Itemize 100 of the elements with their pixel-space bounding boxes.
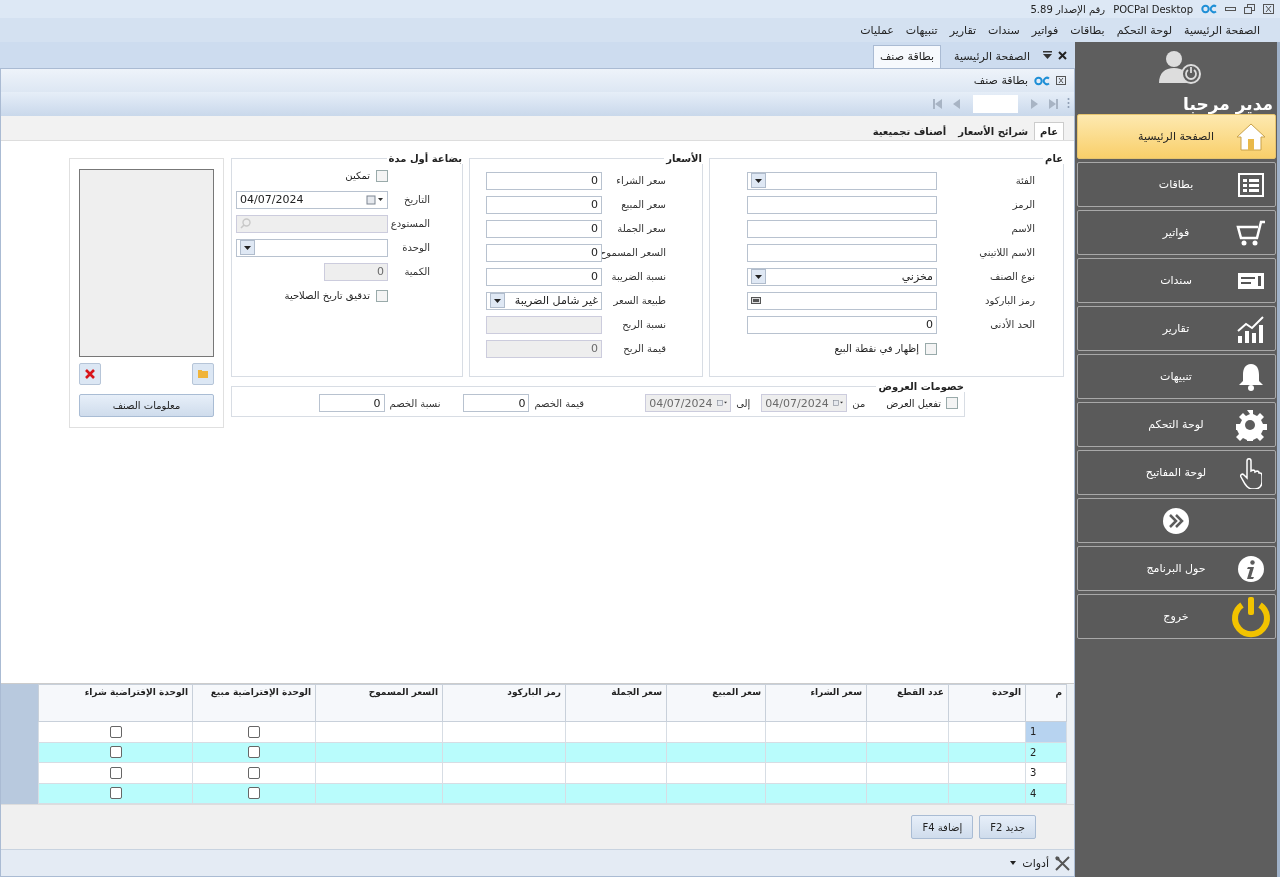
group-title: بضاعة أول مدة	[387, 153, 463, 164]
section-tab[interactable]: عام	[1034, 122, 1064, 140]
first-icon[interactable]	[932, 98, 944, 110]
menu-item[interactable]: سندات	[988, 23, 1020, 37]
tools-icon[interactable]	[1055, 855, 1070, 871]
text-field[interactable]: 0	[318, 394, 385, 412]
hand-pointer-icon	[1239, 456, 1262, 489]
column-header[interactable]: عدد القطع	[866, 684, 949, 722]
logo-icon	[1201, 4, 1217, 14]
text-field[interactable]	[747, 195, 937, 214]
sidebar-item[interactable]	[1076, 498, 1276, 543]
row-number[interactable]: 2	[1025, 742, 1067, 763]
checkbox[interactable]	[109, 766, 122, 779]
menu-item[interactable]: لوحة التحكم	[1116, 23, 1173, 37]
column-header[interactable]: الوحدة	[948, 684, 1026, 722]
menu-item[interactable]: عمليات	[860, 23, 894, 37]
tools-menu[interactable]: أدوات	[1022, 856, 1049, 870]
document-tab[interactable]: الصفحة الرئيسية	[947, 45, 1037, 68]
window-title: POCPal Desktop	[1113, 3, 1193, 15]
column-header[interactable]: الوحدة الإفتراضية مبيع	[192, 684, 316, 722]
ticket-icon	[1236, 271, 1265, 290]
document-tab[interactable]: بطاقة صنف	[872, 45, 942, 68]
column-header[interactable]: سعر الجملة	[565, 684, 667, 722]
text-field[interactable]: 0	[486, 243, 602, 262]
previous-icon[interactable]	[952, 98, 962, 110]
field-label: نوع الصنف	[989, 271, 1036, 282]
checkbox[interactable]	[376, 289, 388, 302]
row-number[interactable]: 4	[1025, 783, 1067, 804]
checkbox-label: إظهار في نقطة البيع	[834, 343, 919, 354]
sidebar-item[interactable]: حول البرنامج	[1076, 546, 1276, 591]
checkbox[interactable]	[109, 746, 122, 759]
row-number[interactable]: 1	[1025, 721, 1067, 742]
sidebar-item[interactable]: فواتير	[1076, 210, 1276, 255]
bell-icon	[1237, 361, 1264, 392]
section-tab[interactable]: شرائح الأسعار	[952, 122, 1035, 140]
text-field[interactable]: 0	[486, 267, 602, 286]
section-tab[interactable]: أصناف تجميعية	[866, 122, 953, 140]
text-field[interactable]: 0	[486, 171, 602, 190]
column-header[interactable]: الوحدة الإفتراضية شراء	[38, 684, 193, 722]
dropdown-field[interactable]	[236, 238, 388, 257]
text-field[interactable]: 0	[486, 195, 602, 214]
minimize-icon[interactable]	[1225, 4, 1236, 14]
sidebar-item[interactable]: خروج	[1076, 594, 1276, 639]
item-info-button[interactable]: معلومات الصنف	[79, 393, 214, 417]
sidebar-item[interactable]: لوحة المفاتيح	[1076, 450, 1276, 495]
text-field[interactable]	[747, 219, 937, 238]
column-header[interactable]: سعر الشراء	[765, 684, 867, 722]
menu-item[interactable]: الصفحة الرئيسية	[1184, 23, 1260, 37]
menu-item[interactable]: فواتير	[1031, 23, 1059, 37]
close-icon[interactable]	[1263, 4, 1274, 14]
restore-icon[interactable]	[1244, 4, 1255, 14]
last-icon[interactable]	[1047, 98, 1059, 110]
checkbox[interactable]	[248, 725, 260, 738]
action-button[interactable]: إضافة F4	[911, 815, 974, 839]
dropdown-field[interactable]: غير شامل الضريبة	[486, 291, 602, 310]
house-icon	[1235, 122, 1266, 151]
dropdown-field[interactable]	[747, 171, 937, 190]
checkbox[interactable]	[109, 725, 122, 738]
dropdown-field[interactable]: مخزني	[747, 267, 937, 286]
record-field[interactable]	[973, 95, 1018, 113]
barcode-field[interactable]	[747, 291, 937, 310]
row-number[interactable]: 3	[1025, 762, 1067, 783]
sidebar-item[interactable]: سندات	[1076, 258, 1276, 303]
checkbox[interactable]	[248, 787, 260, 800]
menu-item[interactable]: بطاقات	[1070, 23, 1105, 37]
text-field[interactable]: 0	[463, 394, 530, 412]
browse-button[interactable]	[192, 362, 214, 385]
bar-chart-icon	[1235, 313, 1266, 344]
sidebar-item[interactable]: تقارير	[1076, 306, 1276, 351]
menu-item[interactable]: تقارير	[949, 23, 977, 37]
close-icon[interactable]	[1056, 76, 1066, 85]
column-header[interactable]: م	[1025, 684, 1067, 722]
checkbox[interactable]	[925, 342, 937, 355]
close-icon[interactable]	[1058, 50, 1067, 60]
text-field[interactable]: 0	[486, 219, 602, 238]
checkbox-label: تفعيل العرض	[886, 397, 941, 409]
action-button[interactable]: جديد F2	[979, 815, 1036, 839]
column-header[interactable]: سعر المبيع	[666, 684, 766, 722]
next-icon[interactable]	[1029, 98, 1039, 110]
checkbox[interactable]	[109, 787, 122, 800]
sidebar-item[interactable]: لوحة التحكم	[1076, 402, 1276, 447]
tab-list-icon[interactable]	[1043, 50, 1052, 60]
column-header[interactable]: السعر المسموح	[315, 684, 443, 722]
menu-item[interactable]: تنبيهات	[905, 23, 938, 37]
list-icon	[1237, 172, 1264, 197]
field-label: الاسم	[1010, 223, 1036, 234]
remove-button[interactable]	[79, 362, 101, 385]
checkbox[interactable]	[946, 397, 958, 409]
text-field[interactable]: 0	[747, 315, 937, 334]
checkbox[interactable]	[248, 766, 260, 779]
text-field[interactable]	[747, 243, 937, 262]
sidebar-item[interactable]: الصفحة الرئيسية	[1076, 114, 1276, 159]
column-header[interactable]: رمز الباركود	[442, 684, 566, 722]
checkbox[interactable]	[376, 169, 388, 182]
field-label: الفئة	[1014, 175, 1036, 186]
date-field[interactable]: 04/07/2024	[236, 190, 388, 209]
sidebar-item[interactable]: تنبيهات	[1076, 354, 1276, 399]
field-label: الرمز	[1011, 199, 1036, 210]
sidebar-item[interactable]: بطاقات	[1076, 162, 1276, 207]
checkbox[interactable]	[248, 746, 260, 759]
